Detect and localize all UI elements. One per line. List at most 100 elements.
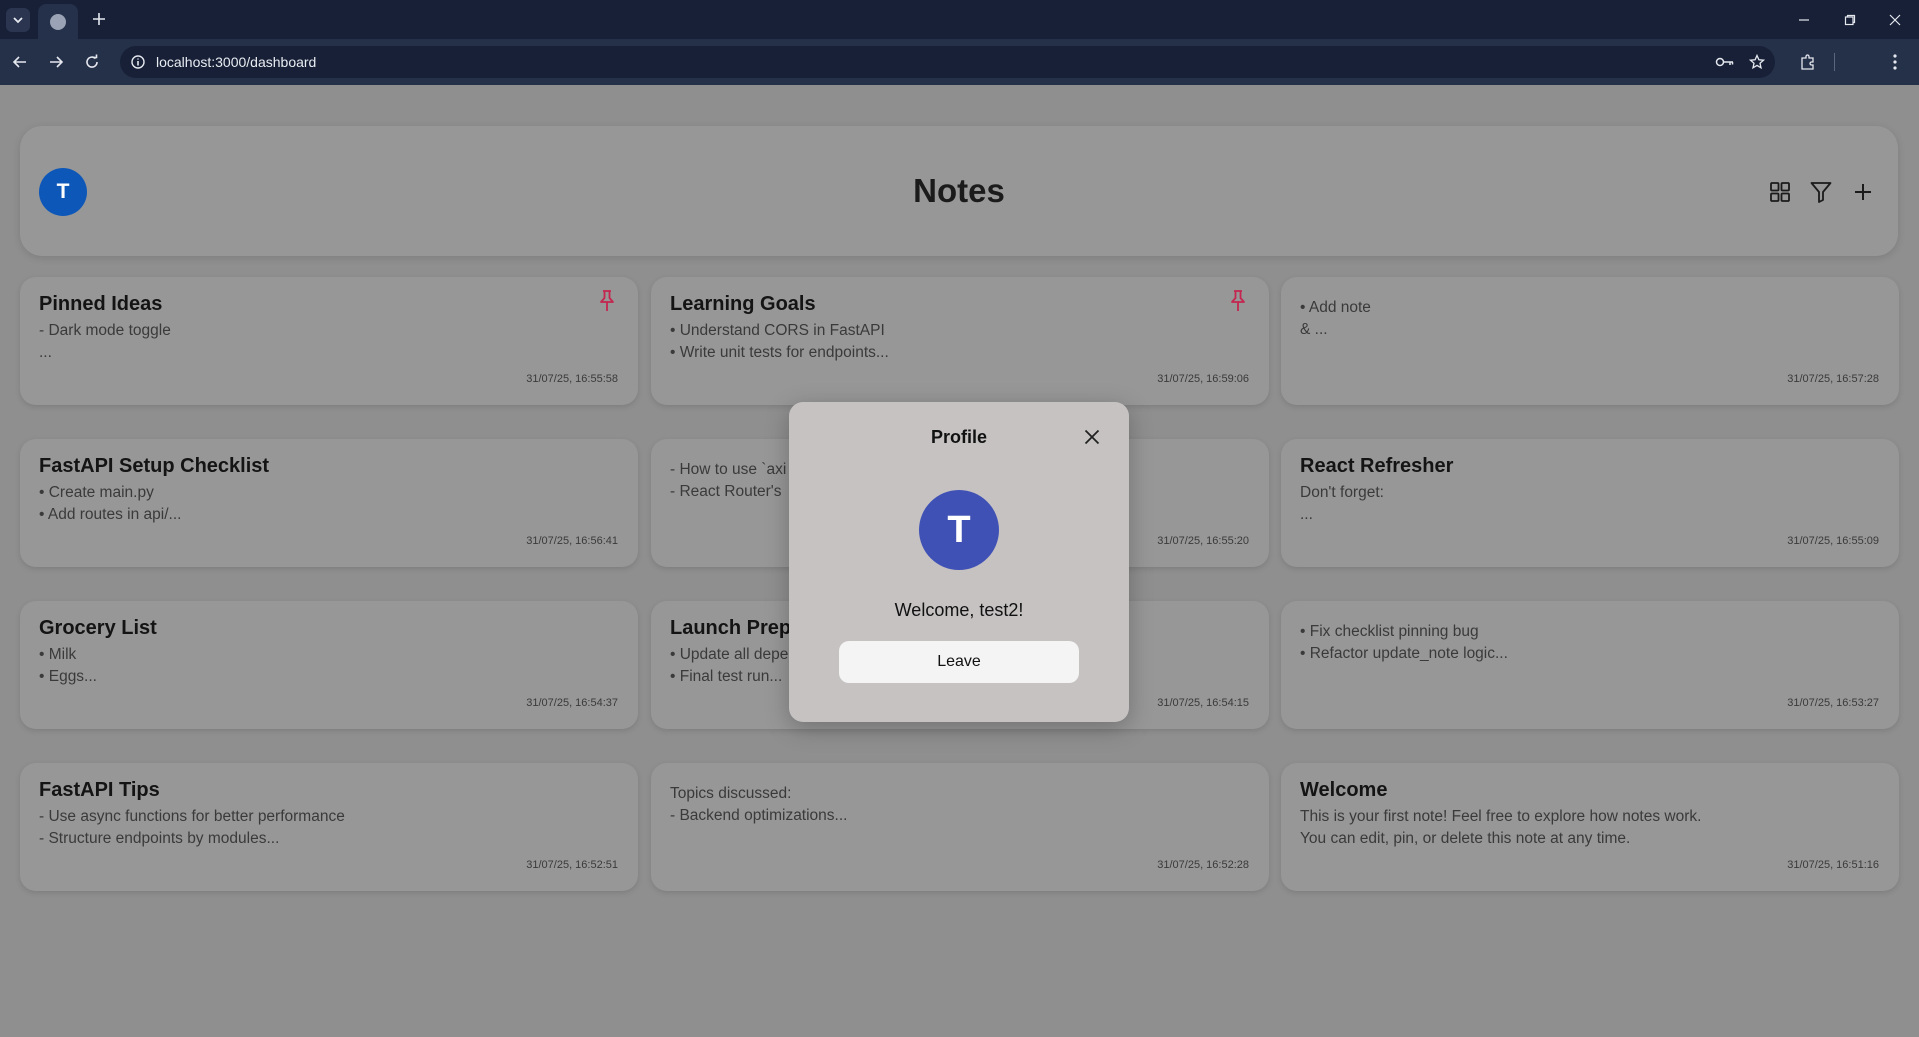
note-preview-line: ... (39, 344, 52, 361)
note-preview: • Create main.py • Add routes in api/... (39, 482, 181, 526)
note-preview: - Use async functions for better perform… (39, 806, 345, 850)
globe-icon (50, 13, 66, 30)
toolbar-divider (1834, 53, 1835, 71)
note-title: Pinned Ideas (39, 293, 163, 315)
close-icon (1084, 429, 1100, 445)
note-card[interactable]: • Fix checklist pinning bug • Refactor up… (1281, 601, 1899, 729)
note-preview-line: - React Router's (670, 483, 782, 500)
note-preview-line: • Create main.py (39, 484, 154, 501)
note-timestamp: 31/07/25, 16:52:28 (1157, 859, 1249, 871)
tab-search-button[interactable] (6, 8, 30, 32)
note-card[interactable]: • Add note & ... 31/07/25, 16:57:28 (1281, 277, 1899, 405)
grid-view-icon (1770, 182, 1790, 202)
note-preview-line: • Refactor update_note logic... (1300, 645, 1508, 662)
note-preview-line: - Structure endpoints by modules... (39, 830, 280, 847)
forward-button[interactable] (44, 50, 68, 74)
browser-tab[interactable] (38, 4, 78, 39)
note-title: Grocery List (39, 617, 157, 639)
chevron-down-icon (13, 17, 23, 24)
close-icon (1889, 14, 1901, 26)
note-card[interactable]: FastAPI Tips - Use async functions for be… (20, 763, 638, 891)
minimize-icon (1799, 19, 1809, 21)
password-key-icon[interactable] (1715, 52, 1735, 72)
close-window-button[interactable] (1883, 8, 1907, 32)
note-preview-line: Don't forget: (1300, 484, 1384, 501)
note-preview-line: - Backend optimizations... (670, 807, 848, 824)
note-preview-line: - How to use `axi (670, 461, 787, 478)
extensions-button[interactable] (1796, 50, 1820, 74)
profile-modal: Profile T Welcome, test2! Leave (789, 402, 1129, 722)
note-timestamp: 31/07/25, 16:55:09 (1787, 535, 1879, 547)
note-card[interactable]: Topics discussed: - Backend optimizations… (651, 763, 1269, 891)
arrow-right-icon (50, 56, 64, 68)
note-timestamp: 31/07/25, 16:59:06 (1157, 373, 1249, 385)
note-preview-line: • Final test run... (670, 668, 783, 685)
note-title: Welcome (1300, 779, 1388, 801)
arrow-left-icon (12, 56, 26, 68)
restore-button[interactable] (1838, 8, 1862, 32)
page-title: Notes (913, 172, 1005, 209)
pin-icon[interactable] (596, 289, 618, 313)
grid-view-button[interactable] (1766, 178, 1794, 206)
plus-icon (93, 13, 105, 25)
modal-title: Profile (930, 427, 987, 447)
add-note-button[interactable] (1849, 178, 1877, 206)
note-timestamp: 31/07/25, 16:55:58 (526, 373, 618, 385)
note-timestamp: 31/07/25, 16:56:41 (526, 535, 618, 547)
plus-icon (1855, 184, 1871, 200)
note-preview-line: You can edit, pin, or delete this note a… (1300, 830, 1631, 847)
puzzle-icon (1801, 54, 1814, 70)
browser-tab-bar (0, 0, 1919, 39)
browser-menu-button[interactable] (1883, 50, 1907, 74)
note-timestamp: 31/07/25, 16:55:20 (1157, 535, 1249, 547)
note-timestamp: 31/07/25, 16:57:28 (1787, 373, 1879, 385)
pin-icon[interactable] (1227, 289, 1249, 313)
note-preview-line: - Dark mode toggle (39, 322, 171, 339)
note-preview-line: Topics discussed: (670, 785, 792, 802)
note-preview: - Dark mode toggle... (39, 320, 171, 364)
reload-button[interactable] (80, 50, 104, 74)
minimize-button[interactable] (1792, 8, 1816, 32)
avatar-initial: T (947, 508, 971, 551)
bookmark-star-icon[interactable] (1747, 52, 1767, 72)
note-preview: • Update all depe • Final test run... (670, 644, 788, 688)
url-text: localhost:3000/dashboard (156, 54, 317, 70)
browser-toolbar: localhost:3000/dashboard (0, 39, 1919, 85)
note-title: React Refresher (1300, 455, 1454, 477)
note-preview-line: This is your first note! Feel free to ex… (1300, 808, 1702, 825)
modal-close-button[interactable] (1081, 426, 1103, 448)
note-preview: • Understand CORS in FastAPI • Write unit… (670, 320, 889, 364)
leave-button[interactable]: Leave (839, 641, 1079, 683)
note-title: Launch Prep (670, 617, 792, 639)
note-card[interactable]: Learning Goals • Understand CORS in FastA… (651, 277, 1269, 405)
note-timestamp: 31/07/25, 16:54:15 (1157, 697, 1249, 709)
address-bar[interactable]: localhost:3000/dashboard (120, 46, 1775, 78)
note-preview-line: • Update all depe (670, 646, 789, 663)
note-title: FastAPI Tips (39, 779, 160, 801)
note-preview-line: • Understand CORS in FastAPI (670, 322, 885, 339)
welcome-text: Welcome, test2! (894, 600, 1024, 620)
back-button[interactable] (8, 50, 32, 74)
note-preview: Topics discussed: - Backend optimizations… (670, 783, 847, 827)
filter-icon (1810, 182, 1832, 203)
note-preview-line: • Write unit tests for endpoints... (670, 344, 889, 361)
note-preview: - How to use `axi - React Router's (670, 459, 786, 503)
note-preview-line: • Add note (1300, 299, 1371, 316)
note-card[interactable]: React Refresher Don't forget:... 31/07/25,… (1281, 439, 1899, 567)
note-preview-line: - Use async functions for better perform… (39, 808, 345, 825)
note-timestamp: 31/07/25, 16:53:27 (1787, 697, 1879, 709)
filter-button[interactable] (1807, 178, 1835, 206)
note-timestamp: 31/07/25, 16:54:37 (526, 697, 618, 709)
note-card[interactable]: Welcome This is your first note! Feel fre… (1281, 763, 1899, 891)
note-preview-line: & ... (1300, 321, 1328, 338)
note-preview-line: • Milk (39, 646, 77, 663)
note-card[interactable]: Pinned Ideas - Dark mode toggle... 31/07/2… (20, 277, 638, 405)
note-card[interactable]: FastAPI Setup Checklist • Create main.py •… (20, 439, 638, 567)
note-preview-line: ... (1300, 506, 1313, 523)
site-info-icon[interactable] (128, 52, 148, 72)
more-vertical-icon (1893, 54, 1897, 70)
note-title: Learning Goals (670, 293, 816, 315)
note-card[interactable]: Grocery List • Milk • Eggs... 31/07/25, 16:… (20, 601, 638, 729)
note-preview: • Fix checklist pinning bug • Refactor up… (1300, 621, 1508, 665)
new-tab-button[interactable] (88, 8, 110, 30)
